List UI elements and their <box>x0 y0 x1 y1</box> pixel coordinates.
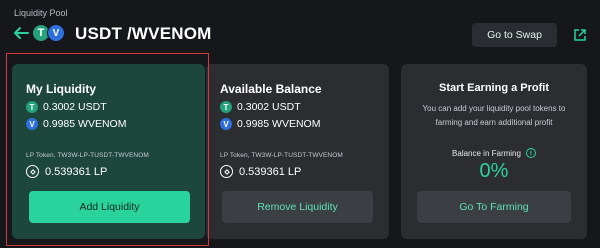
token-b-row: V 0.9985 WVENOM <box>26 118 191 130</box>
token-b-amount: 0.9985 WVENOM <box>237 118 321 130</box>
back-arrow-icon[interactable] <box>12 24 30 42</box>
token-a-amount: 0.3002 USDT <box>237 101 301 113</box>
token-b-row: V 0.9985 WVENOM <box>220 118 375 130</box>
lp-amount-row: 0.539361 LP <box>26 165 191 178</box>
lp-amount: 0.539361 LP <box>45 165 108 178</box>
token-b-amount: 0.9985 WVENOM <box>43 118 127 130</box>
usdt-icon: T <box>26 101 38 113</box>
wvenom-coin-icon: V <box>47 24 65 42</box>
card-title: Available Balance <box>220 82 322 96</box>
pair-icons: T V <box>32 22 68 44</box>
earning-description: You can add your liquidity pool tokens t… <box>422 104 566 127</box>
available-balance-card: Available Balance T 0.3002 USDT V 0.9985… <box>206 64 389 239</box>
lp-amount: 0.539361 LP <box>239 165 302 178</box>
card-title: My Liquidity <box>26 82 96 96</box>
usdt-icon: T <box>220 101 232 113</box>
page-title: USDT /WVENOM <box>75 24 212 43</box>
breadcrumb[interactable]: Liquidity Pool <box>14 8 68 18</box>
farming-label-text: Balance in Farming <box>452 148 521 158</box>
start-earning-card: Start Earning a Profit You can add your … <box>401 64 587 239</box>
go-to-farming-button[interactable]: Go To Farming <box>417 191 571 223</box>
go-to-swap-button[interactable]: Go to Swap <box>472 23 557 47</box>
lp-token-icon <box>220 165 233 178</box>
lp-token-label: LP Token, TW3W-LP-TUSDT-TWVENOM <box>26 152 149 159</box>
external-link-icon[interactable] <box>573 28 587 42</box>
token-a-row: T 0.3002 USDT <box>26 101 191 113</box>
add-liquidity-button[interactable]: Add Liquidity <box>29 191 190 223</box>
lp-token-label: LP Token, TW3W-LP-TUSDT-TWVENOM <box>220 152 343 159</box>
token-a-row: T 0.3002 USDT <box>220 101 375 113</box>
wvenom-icon: V <box>220 118 232 130</box>
card-title: Start Earning a Profit <box>438 82 550 94</box>
farming-percentage: 0% <box>479 160 509 182</box>
wvenom-icon: V <box>26 118 38 130</box>
remove-liquidity-button[interactable]: Remove Liquidity <box>222 191 373 223</box>
lp-token-icon <box>26 165 39 178</box>
info-icon[interactable]: i <box>525 148 536 158</box>
balance-in-farming-label: Balance in Farming i <box>415 148 573 158</box>
token-a-amount: 0.3002 USDT <box>43 101 107 113</box>
liquidity-pool-page: Liquidity Pool T V USDT /WVENOM Go to Sw… <box>0 0 600 248</box>
lp-amount-row: 0.539361 LP <box>220 165 375 178</box>
my-liquidity-card: My Liquidity T 0.3002 USDT V 0.9985 WVEN… <box>12 64 205 239</box>
